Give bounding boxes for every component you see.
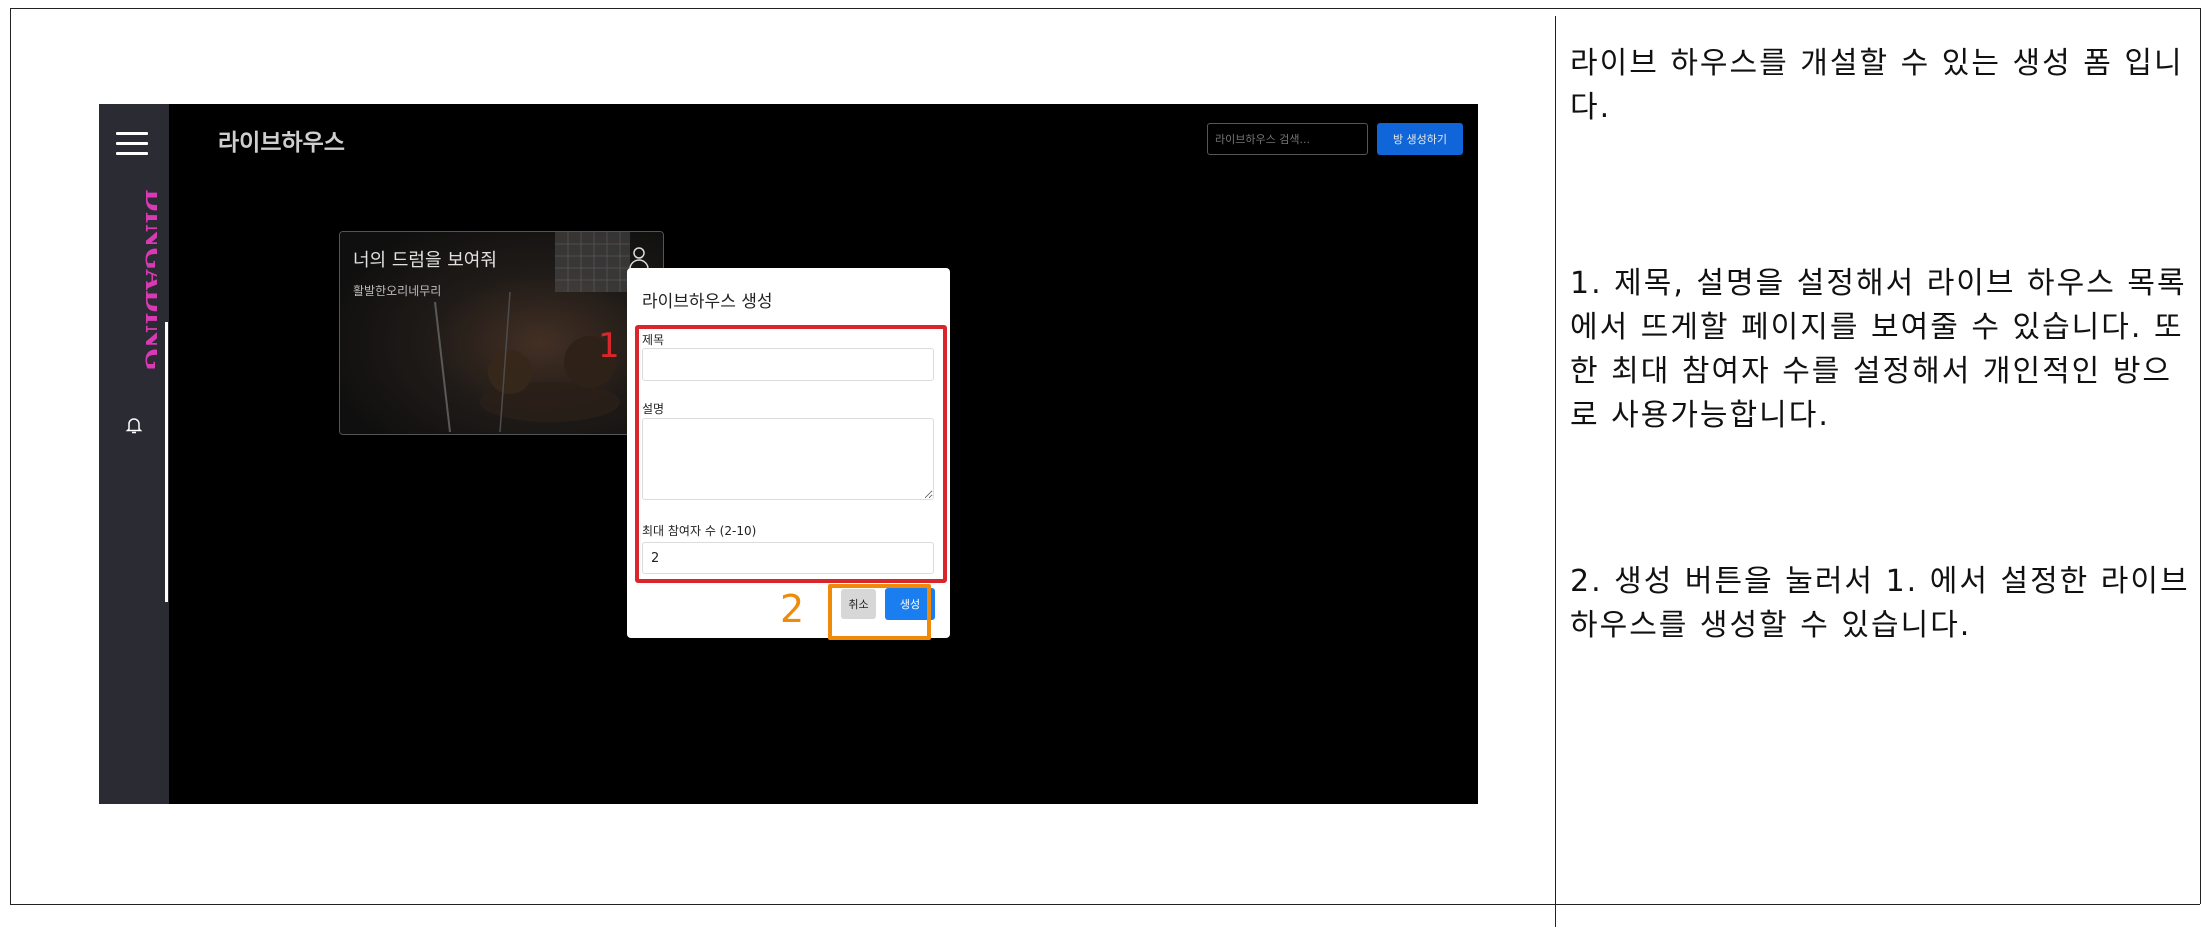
frame-bottom-line [10,904,2200,905]
user-icon [629,247,649,270]
page-title: 라이브하우스 [218,130,345,156]
hamburger-menu-icon[interactable] [116,132,148,162]
note-step-2: 2. 생성 버튼을 눌러서 1. 에서 설정한 라이브하우스를 생성할 수 있습… [1570,564,2190,643]
brand-logo: DINGADING [111,189,169,399]
annotation-number-1: 1 [598,326,620,366]
card-title: 너의 드럼을 보여줘 [353,250,497,271]
sidebar: DINGADING [99,104,169,804]
create-room-button[interactable]: 방 생성하기 [1377,123,1463,155]
scrollbar[interactable] [165,322,168,602]
annotation-box-2 [828,584,931,640]
frame-right-line [2200,8,2201,904]
frame-divider-line [1555,16,1556,927]
annotation-number-2: 2 [780,587,805,631]
frame-top-line [10,8,2200,9]
annotation-box-1 [635,325,947,583]
bell-icon[interactable] [123,414,145,436]
card-host: 활발한오리네무리 [353,284,442,298]
search-input[interactable] [1207,123,1368,155]
brand-logo-text: DINGADING [139,189,157,371]
note-intro: 라이브 하우스를 개설할 수 있는 생성 폼 입니다. [1570,46,2184,125]
modal-title: 라이브하우스 생성 [642,292,773,312]
note-step-1: 1. 제목, 설명을 설정해서 라이브 하우스 목록에서 뜨게할 페이지를 보여… [1570,266,2187,433]
frame-left-line [10,8,11,904]
